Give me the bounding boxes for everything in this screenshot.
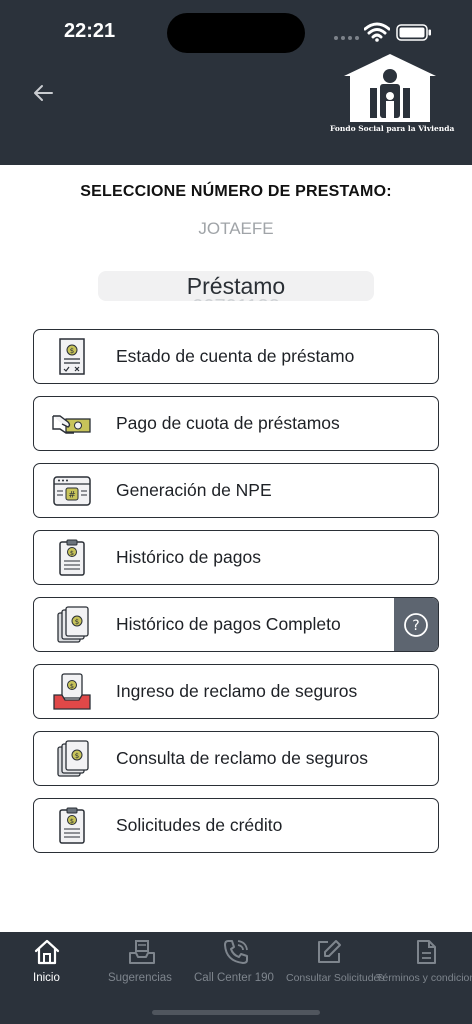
clipboard-coin-icon: $	[59, 539, 85, 576]
svg-text:$: $	[75, 752, 79, 760]
screen: 22:21 Fondo Social para la Vivienda SELE…	[0, 0, 472, 1024]
svg-text:$: $	[70, 682, 74, 690]
menu-item-label: Generación de NPE	[116, 480, 272, 500]
menu-item-historico-completo[interactable]: $ Histórico de pagos Completo ?	[33, 597, 439, 652]
inbox-coin-icon: $	[53, 673, 91, 710]
status-time: 22:21	[64, 20, 116, 42]
menu-item-ingreso-reclamo[interactable]: $ Ingreso de reclamo de seguros	[33, 664, 439, 719]
battery-icon	[396, 24, 431, 41]
menu-list: $ Estado de cuenta de préstamo Pago de c…	[33, 329, 439, 865]
clipboard-coin-icon: $	[59, 807, 85, 844]
tab-terminos[interactable]: Términos y condiciones	[376, 932, 472, 992]
tab-inicio[interactable]: Inicio	[0, 932, 94, 992]
stacked-documents-icon: $	[57, 606, 89, 643]
tab-consultar-solicitudes[interactable]: Consultar Solicitudes	[286, 932, 385, 992]
calendar-hash-icon: #	[53, 476, 91, 506]
home-icon	[34, 939, 60, 965]
tab-label: Términos y condiciones	[376, 972, 472, 984]
menu-item-label: Consulta de reclamo de seguros	[116, 748, 368, 768]
menu-item-label: Histórico de pagos Completo	[116, 614, 341, 634]
home-indicator	[152, 1010, 320, 1015]
tab-sugerencias[interactable]: Sugerencias	[96, 932, 186, 992]
menu-item-label: Estado de cuenta de préstamo	[116, 346, 355, 366]
svg-text:$: $	[70, 347, 74, 355]
menu-item-label: Histórico de pagos	[116, 547, 261, 567]
loan-picker[interactable]: Préstamo 00701122	[98, 271, 374, 301]
menu-item-label: Ingreso de reclamo de seguros	[116, 681, 358, 701]
menu-item-label: Pago de cuota de préstamos	[116, 413, 340, 433]
edit-icon	[318, 940, 341, 963]
picker-next-value: 00701122	[98, 297, 374, 301]
document-icon	[417, 940, 436, 964]
menu-item-historico-pagos[interactable]: $ Histórico de pagos	[33, 530, 439, 585]
cellular-signal-icon	[334, 36, 359, 40]
tab-call-center[interactable]: Call Center 190	[190, 932, 286, 992]
header: 22:21 Fondo Social para la Vivienda	[0, 0, 472, 165]
dynamic-island	[167, 13, 305, 53]
logo-text: Fondo Social para la Vivienda	[330, 124, 455, 133]
back-arrow-icon[interactable]	[30, 80, 56, 106]
svg-text:#: #	[68, 491, 76, 501]
wifi-icon	[364, 22, 390, 42]
stacked-documents-icon: $	[57, 740, 89, 777]
menu-item-label: Solicitudes de crédito	[116, 815, 283, 835]
svg-text:$: $	[70, 549, 74, 557]
user-name: JOTAEFE	[198, 219, 274, 238]
tab-label: Consultar Solicitudes	[286, 972, 385, 984]
question-circle-icon: ?	[404, 612, 428, 637]
svg-text:$: $	[70, 817, 74, 825]
document-coin-icon: $	[59, 338, 85, 375]
menu-item-solicitudes-credito[interactable]: $ Solicitudes de crédito	[33, 798, 439, 853]
inbox-icon	[129, 940, 155, 964]
menu-item-consulta-reclamo[interactable]: $ Consulta de reclamo de seguros	[33, 731, 439, 786]
svg-text:?: ?	[412, 618, 419, 634]
hand-money-icon	[52, 415, 91, 434]
menu-item-estado-cuenta[interactable]: $ Estado de cuenta de préstamo	[33, 329, 439, 384]
tab-label: Call Center 190	[194, 972, 274, 984]
help-button[interactable]: ?	[394, 598, 438, 651]
menu-item-generacion-npe[interactable]: # Generación de NPE	[33, 463, 439, 518]
phone-icon	[224, 940, 248, 964]
select-loan-title: SELECCIONE NÚMERO DE PRESTAMO:	[80, 183, 392, 200]
menu-item-pago-cuota[interactable]: Pago de cuota de préstamos	[33, 396, 439, 451]
tab-label: Sugerencias	[108, 972, 172, 984]
tab-label: Inicio	[33, 972, 60, 984]
svg-text:$: $	[75, 618, 79, 626]
